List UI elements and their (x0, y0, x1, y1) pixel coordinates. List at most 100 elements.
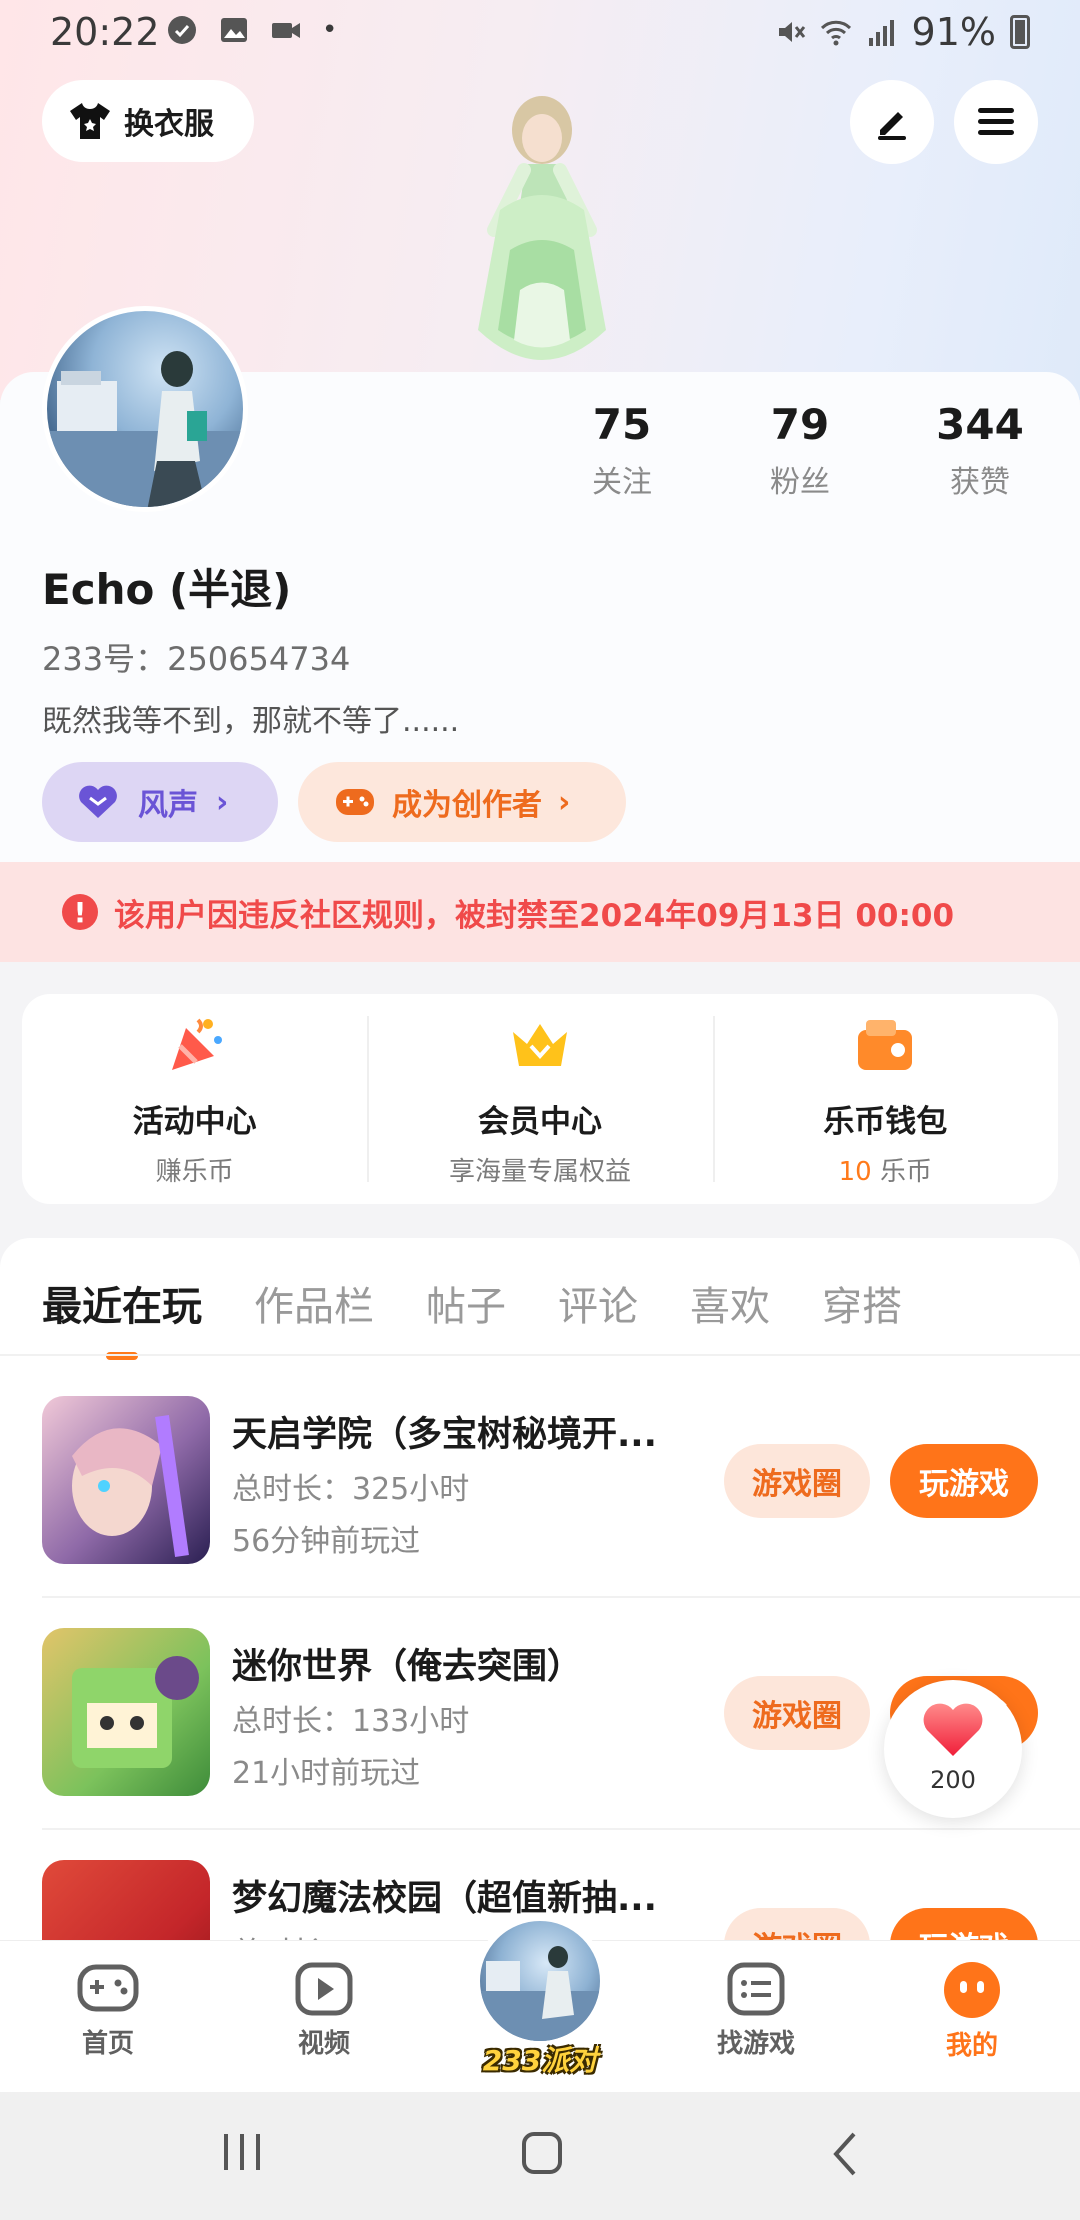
battery-percent: 91% (911, 10, 996, 54)
row-divider (42, 1828, 1080, 1830)
stat-followers[interactable]: 79 粉丝 (730, 400, 870, 501)
bottom-nav: 首页 视频 233派对 找游戏 我的 (0, 1915, 1080, 2092)
game-last-played: 56分钟前玩过 (232, 1524, 421, 1559)
edit-profile-button[interactable] (850, 80, 934, 164)
tshirt-icon (70, 103, 110, 139)
back-icon[interactable] (826, 2130, 866, 2178)
warning-icon: ! (62, 894, 98, 930)
crown-icon (512, 1024, 567, 1066)
user-avatar[interactable] (42, 306, 248, 512)
feature-card: 活动中心 赚乐币 会员中心 享海量专属权益 乐币钱包 10 乐币 (22, 994, 1058, 1204)
recent-apps-icon[interactable] (218, 2130, 266, 2174)
nav-video-label: 视频 (297, 2029, 350, 2059)
tab-works[interactable]: 作品栏 (254, 1274, 374, 1332)
wifi-icon (820, 20, 851, 46)
nav-mine[interactable]: 我的 (892, 1961, 1052, 2062)
nav-home[interactable]: 首页 (28, 1961, 188, 2060)
coin-wallet-title: 乐币钱包 (823, 1104, 948, 1140)
tab-outfits[interactable]: 穿搭 (822, 1274, 902, 1332)
home-icon[interactable] (518, 2130, 566, 2178)
nav-find-game-label: 找游戏 (716, 2029, 795, 2059)
tab-likes[interactable]: 喜欢 (690, 1274, 770, 1332)
chevron-right-icon: › (216, 784, 229, 820)
wind-label: 风声 (138, 788, 198, 823)
app-notification-icon (168, 16, 196, 44)
system-nav-bar (0, 2092, 1080, 2220)
game-title: 梦幻魔法校园（超值新抽... (232, 1879, 657, 1919)
tabs-divider (0, 1354, 1080, 1356)
change-outfit-button[interactable]: 换衣服 (42, 80, 254, 162)
mute-icon (778, 22, 805, 42)
stat-followers-count: 79 (770, 400, 830, 449)
game-circle-button[interactable]: 游戏圈 (724, 1444, 870, 1518)
wind-button[interactable]: 风声 › (42, 762, 278, 842)
like-count: 200 (930, 1766, 976, 1794)
pen-icon (878, 112, 906, 140)
game-thumbnail (42, 1396, 210, 1564)
become-creator-button[interactable]: 成为创作者 › (298, 762, 626, 842)
menu-button[interactable] (954, 80, 1038, 164)
user-bio: 既然我等不到，那就不等了...... (42, 704, 460, 739)
nav-home-label: 首页 (81, 2029, 134, 2059)
game-row[interactable]: 天启学院（多宝树秘境开... 总时长：325小时 56分钟前玩过 游戏圈 玩游戏 (42, 1396, 1038, 1566)
nav-party-avatar[interactable] (474, 1915, 606, 2047)
status-bar: 20:22 • 91% (0, 0, 1080, 64)
stat-likes[interactable]: 344 获赞 (910, 400, 1050, 501)
game-thumbnail (42, 1628, 210, 1796)
change-outfit-label: 换衣服 (124, 107, 214, 142)
nav-video[interactable]: 视频 (244, 1961, 404, 2060)
3d-avatar-character[interactable] (430, 90, 650, 390)
chevron-right-icon: › (558, 784, 571, 820)
stat-followers-label: 粉丝 (770, 465, 830, 500)
battery-icon (1010, 15, 1030, 49)
vip-center-title: 会员中心 (477, 1104, 602, 1140)
coin-unit: 乐币 (879, 1157, 932, 1187)
vip-center-button[interactable]: 会员中心 享海量专属权益 (367, 994, 712, 1204)
party-popper-icon (171, 1018, 222, 1070)
tab-comments[interactable]: 评论 (558, 1274, 638, 1332)
activity-center-subtitle: 赚乐币 (155, 1157, 234, 1187)
stat-likes-label: 获赞 (950, 465, 1010, 500)
game-circle-button[interactable]: 游戏圈 (724, 1676, 870, 1750)
play-game-button[interactable]: 玩游戏 (890, 1444, 1038, 1518)
tab-recently-played[interactable]: 最近在玩 (42, 1274, 202, 1360)
gamepad-icon (336, 789, 374, 815)
activity-panel: 最近在玩 作品栏 帖子 评论 喜欢 穿搭 天启学院（多宝树秘境开... 总时长：… (0, 1238, 1080, 1958)
coin-wallet-subtitle: 10 乐币 (713, 1151, 1058, 1188)
floating-like-button[interactable]: 200 (884, 1680, 1022, 1818)
nav-mine-label: 我的 (945, 2031, 998, 2061)
username: Echo (半退) (42, 565, 292, 614)
coin-wallet-button[interactable]: 乐币钱包 10 乐币 (712, 994, 1058, 1204)
signal-icon (868, 20, 894, 46)
vip-center-subtitle: 享海量专属权益 (448, 1157, 631, 1187)
user-id: 233号：250654734 (42, 640, 351, 678)
activity-center-title: 活动中心 (132, 1104, 257, 1140)
gallery-icon (221, 18, 247, 42)
activity-center-button[interactable]: 活动中心 赚乐币 (22, 994, 367, 1204)
video-record-icon (272, 23, 300, 38)
game-duration: 总时长：133小时 (232, 1704, 470, 1739)
game-title: 天启学院（多宝树秘境开... (232, 1415, 657, 1455)
more-notifications-dot: • (322, 15, 338, 45)
game-duration: 总时长：325小时 (232, 1472, 470, 1507)
smiley-icon (944, 1962, 1000, 2018)
nav-party-label[interactable]: 233派对 (470, 2039, 610, 2079)
tab-posts[interactable]: 帖子 (426, 1274, 506, 1332)
heart-icon (923, 1703, 983, 1756)
wallet-icon (858, 1020, 913, 1070)
game-last-played: 21小时前玩过 (232, 1756, 421, 1791)
ban-notice-bar: ! 该用户因违反社区规则，被封禁至2024年09月13日 00:00 (0, 862, 1080, 962)
list-icon (727, 1962, 785, 2016)
row-divider (42, 1596, 1080, 1598)
stat-following[interactable]: 75 关注 (552, 400, 692, 501)
stat-following-count: 75 (592, 400, 652, 449)
stat-likes-count: 344 (936, 400, 1024, 449)
nav-find-game[interactable]: 找游戏 (676, 1961, 836, 2060)
coin-count: 10 (838, 1157, 872, 1187)
ban-notice-text: 该用户因违反社区规则，被封禁至2024年09月13日 00:00 (114, 897, 955, 934)
gamepad-icon (77, 1964, 139, 2012)
hamburger-icon (978, 108, 1014, 135)
stat-following-label: 关注 (592, 465, 652, 500)
profile-tabs: 最近在玩 作品栏 帖子 评论 喜欢 穿搭 (42, 1274, 902, 1360)
status-time: 20:22 (50, 10, 160, 54)
